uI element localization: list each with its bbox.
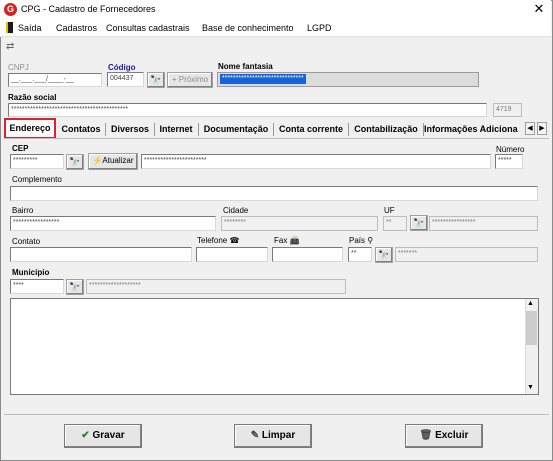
gravar-button[interactable]: ✔ Gravar: [64, 424, 142, 448]
fax-label: Fax 📠: [274, 236, 300, 245]
scroll-down-icon[interactable]: ▼: [527, 384, 534, 391]
excluir-label: Excluir: [435, 430, 469, 441]
complemento-input[interactable]: [10, 186, 538, 201]
cnpj-input[interactable]: __.___.___/____-__: [8, 73, 102, 87]
globe-icon: ⚲: [367, 236, 374, 245]
nome-fantasia-label: Nome fantasia: [218, 62, 273, 71]
codigo-search-button[interactable]: 🔭: [147, 72, 165, 88]
tab-contatos[interactable]: Contatos: [58, 121, 104, 138]
app-logo-icon: G: [4, 3, 17, 16]
complemento-label: Complemento: [12, 175, 62, 184]
cep-search-button[interactable]: 🔭: [66, 154, 84, 170]
uf-field: **: [383, 216, 407, 231]
tab-separator: [348, 123, 349, 136]
navigate-arrows-icon[interactable]: ⇄: [6, 41, 14, 52]
cep-label: CEP: [12, 144, 29, 153]
menu-cadastros[interactable]: Cadastros: [56, 23, 97, 33]
tab-separator: [105, 123, 106, 136]
tab-scroll-right-icon[interactable]: ▶: [537, 122, 547, 135]
gravar-label: Gravar: [92, 430, 125, 441]
tab-conta-corrente[interactable]: Conta corrente: [275, 121, 347, 138]
binoculars-icon: 🔭: [378, 250, 390, 260]
uf-name-field: ****************: [429, 216, 538, 231]
bairro-label: Bairro: [12, 206, 34, 215]
codigo-input[interactable]: 004437: [107, 72, 144, 87]
exit-door-icon: [6, 22, 13, 33]
tab-internet[interactable]: Internet: [156, 121, 196, 138]
checkmark-icon: ✔: [81, 430, 90, 441]
contato-label: Contato: [12, 237, 41, 246]
cep-input[interactable]: *********: [10, 154, 64, 169]
razao-social-input[interactable]: ****************************************…: [8, 103, 487, 117]
pais-search-button[interactable]: 🔭: [375, 247, 393, 263]
tab-diversos[interactable]: Diversos: [107, 121, 153, 138]
limpar-button[interactable]: ✎ Limpar: [234, 424, 312, 448]
telefone-label: Telefone ☎: [197, 236, 240, 245]
municipio-name-field: *******************: [86, 279, 346, 294]
excluir-button[interactable]: 🗑 Excluir: [405, 424, 483, 448]
window-title: CPG - Cadastro de Fornecedores: [21, 4, 156, 14]
trash-icon: 🗑: [419, 430, 433, 441]
tab-separator: [154, 123, 155, 136]
fax-icon: 📠: [289, 236, 300, 245]
uf-label: UF: [384, 206, 395, 215]
municipio-label: Município: [12, 268, 50, 277]
atualizar-label: Atualizar: [102, 156, 134, 165]
fax-input[interactable]: [272, 247, 343, 262]
razao-code-field: 4719: [493, 103, 522, 117]
close-icon[interactable]: ✕: [530, 1, 548, 17]
razao-social-label: Razão social: [8, 93, 57, 102]
lightning-icon: ⚡: [92, 156, 103, 165]
menu-lgpd[interactable]: LGPD: [307, 23, 332, 33]
tab-separator: [273, 123, 274, 136]
pais-input[interactable]: **: [348, 247, 372, 262]
codigo-label: Código: [108, 63, 136, 72]
cnpj-label: CNPJ: [8, 63, 29, 72]
nome-fantasia-selected-text: ******************************: [220, 74, 306, 84]
telefone-input[interactable]: [196, 247, 268, 262]
menu-consultas-cadastrais[interactable]: Consultas cadastrais: [106, 23, 190, 33]
tab-scroll-left-icon[interactable]: ◀: [525, 122, 535, 135]
phone-icon: ☎: [229, 236, 240, 245]
cidade-field: ********: [221, 216, 378, 231]
bairro-input[interactable]: *****************: [10, 216, 216, 231]
tab-contabilizacao[interactable]: Contabilização: [350, 121, 422, 138]
observacoes-textarea[interactable]: [10, 298, 539, 395]
proximo-label: Próximo: [178, 75, 209, 84]
memo-scrollbar-thumb[interactable]: [526, 311, 537, 345]
proximo-button[interactable]: + Próximo: [167, 72, 213, 88]
tab-informacoes-adicionais[interactable]: Informações Adiciona: [424, 121, 522, 138]
numero-input[interactable]: *****: [495, 154, 523, 169]
nome-fantasia-input[interactable]: ******************************: [217, 72, 479, 87]
binoculars-icon: 🔭: [413, 218, 425, 228]
scroll-up-icon[interactable]: ▲: [527, 300, 534, 307]
atualizar-button[interactable]: ⚡Atualizar: [88, 153, 138, 170]
numero-label: Número: [496, 145, 525, 154]
contato-input[interactable]: [10, 247, 192, 262]
tab-documentacao[interactable]: Documentação: [200, 121, 272, 138]
binoculars-icon: 🔭: [69, 157, 81, 167]
pencil-icon: ✎: [250, 430, 260, 441]
limpar-label: Limpar: [261, 430, 296, 441]
menu-saida[interactable]: Saída: [18, 23, 42, 33]
menu-base-de-conhecimento[interactable]: Base de conhecimento: [202, 23, 294, 33]
logradouro-input[interactable]: ***********************: [141, 154, 491, 169]
municipio-search-button[interactable]: 🔭: [66, 279, 84, 295]
binoculars-icon: 🔭: [150, 75, 162, 85]
plus-icon: +: [171, 75, 179, 84]
municipio-input[interactable]: ****: [10, 279, 64, 294]
uf-search-button[interactable]: 🔭: [410, 215, 428, 231]
tab-separator: [198, 123, 199, 136]
tab-endereco[interactable]: Endereço: [4, 118, 56, 139]
pais-name-field: *******: [395, 247, 538, 262]
cidade-label: Cidade: [223, 206, 249, 215]
binoculars-icon: 🔭: [69, 282, 81, 292]
pais-label: País ⚲: [349, 236, 374, 245]
